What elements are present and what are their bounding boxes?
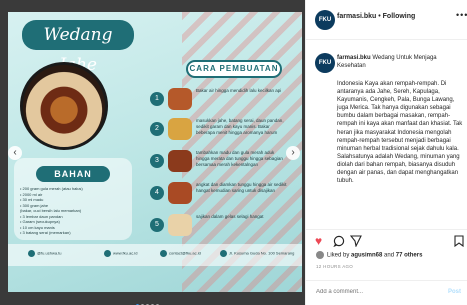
honey-illustration xyxy=(168,150,192,172)
poster-title: Wedang Jahe xyxy=(22,20,134,75)
step-text: masukkan jahe, batang serai, daun pandan… xyxy=(196,118,284,135)
cara-pembuatan-title: CARA PEMBUATAN xyxy=(186,60,282,78)
username-link[interactable]: farmasi.bku xyxy=(337,13,376,20)
post-comment-button[interactable]: Post xyxy=(448,289,461,295)
footer-website: www.fku.ac.id xyxy=(104,250,137,257)
teapot-illustration xyxy=(20,62,108,150)
footer-instagram: @fu.ushwa.tu xyxy=(28,250,62,257)
step-text: angkat dan diamkan tunggu hingga air sed… xyxy=(196,182,287,193)
likes-summary: Liked by agusimn68 and 77 others xyxy=(316,251,422,259)
step-number: 1 xyxy=(150,92,164,106)
bahan-title: BAHAN xyxy=(36,166,110,182)
step-text: tambahkan madu dan gula merah aduk hingg… xyxy=(196,150,283,167)
footer-address: Jl. Kusuma Guda No. 100 Semarang xyxy=(220,250,298,257)
step-number: 4 xyxy=(150,186,164,200)
step-number: 5 xyxy=(150,218,164,232)
footer-email: contact@fku.ac.id xyxy=(160,250,201,257)
caption-username[interactable]: farmasi.bku xyxy=(337,55,371,61)
carousel-indicator xyxy=(136,294,176,305)
step-item: 4 angkat dan diamkan tunggu hingga air s… xyxy=(150,180,288,210)
mail-icon xyxy=(160,250,167,257)
share-icon[interactable] xyxy=(349,235,362,249)
bookmark-icon[interactable] xyxy=(454,235,464,249)
previous-slide-button[interactable]: ‹ xyxy=(8,146,22,160)
step-text: sajikan dalam gelas selagi hangat xyxy=(196,214,264,219)
post-sidebar: FKU farmasi.bku • Following ••• FKU farm… xyxy=(305,0,467,305)
pot-illustration xyxy=(168,88,192,110)
post-header: FKU farmasi.bku • Following ••• xyxy=(306,0,467,40)
post-timestamp: 12 HOURS AGO xyxy=(316,264,354,269)
step-number: 3 xyxy=(150,154,164,168)
ingredients-illustration xyxy=(168,118,192,140)
heart-icon[interactable]: ♥ xyxy=(315,235,322,247)
header-username-row: farmasi.bku • Following xyxy=(337,13,415,20)
step-text: Bakar air hingga mendidih lalu kecilkan … xyxy=(196,88,282,93)
instagram-icon xyxy=(28,250,35,257)
step-item: 1 Bakar air hingga mendidih lalu kecilka… xyxy=(150,86,288,116)
step-item: 3 tambahkan madu dan gula merah aduk hin… xyxy=(150,148,288,178)
strainer-illustration xyxy=(168,182,192,204)
step-number: 2 xyxy=(150,122,164,136)
likes-others-link[interactable]: 77 others xyxy=(396,253,423,259)
globe-icon xyxy=(104,250,111,257)
following-button[interactable]: Following xyxy=(383,13,416,20)
step-item: 5 sajikan dalam gelas selagi hangat xyxy=(150,212,288,242)
glass-illustration xyxy=(168,214,192,236)
step-item: 2 masukkan jahe, batang serai, daun pand… xyxy=(150,116,288,146)
post-actions: ♥ xyxy=(306,229,467,251)
caption-avatar[interactable]: FKU xyxy=(315,53,335,73)
next-slide-button[interactable]: › xyxy=(286,146,300,160)
more-options-icon[interactable]: ••• xyxy=(456,10,467,20)
liker-username[interactable]: agusimn68 xyxy=(351,253,382,259)
comment-bar: Post xyxy=(306,280,467,305)
comment-input[interactable] xyxy=(316,289,436,295)
avatar[interactable]: FKU xyxy=(315,10,335,30)
location-icon xyxy=(220,250,227,257)
caption-text: Indonesia Kaya akan rempah-rempah. Di an… xyxy=(337,81,463,185)
comment-icon[interactable] xyxy=(333,235,345,249)
bahan-item: • 3 batang serai (memarkan) xyxy=(20,230,71,235)
post-media: Wedang Jahe CARA PEMBUATAN 1 Bakar air h… xyxy=(0,0,305,305)
liker-avatar xyxy=(316,251,324,259)
caption-headline: farmasi.bku Wedang Untuk Menjaga Kesehat… xyxy=(337,54,465,70)
bahan-list: • 200 gram gula merah (atau halus) • 200… xyxy=(20,186,130,236)
